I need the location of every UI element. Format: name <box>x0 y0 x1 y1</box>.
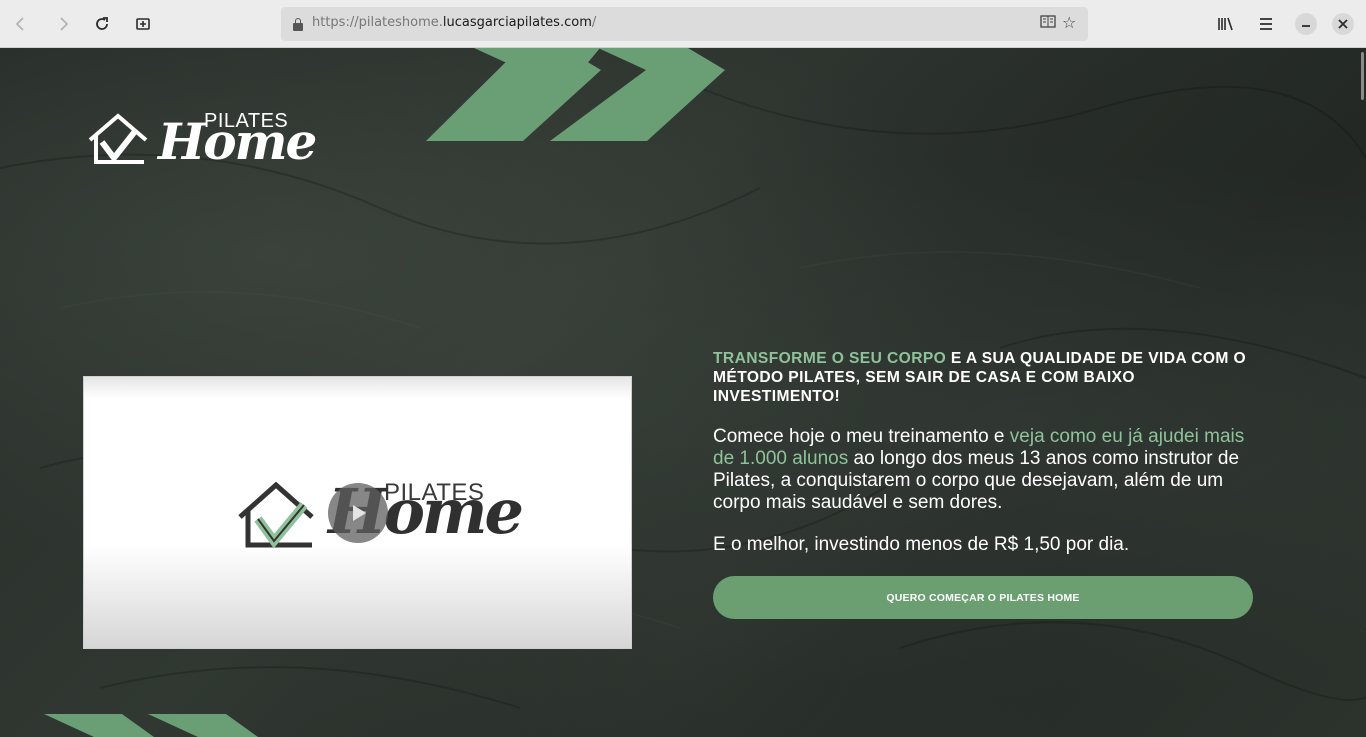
forward-button[interactable] <box>47 8 79 40</box>
chevron-decoration-bottom <box>44 714 258 737</box>
menu-button[interactable] <box>1250 8 1282 40</box>
scrollbar-thumb[interactable] <box>1361 52 1364 100</box>
chevron-decoration-top <box>426 48 725 141</box>
arrow-right-icon <box>60 17 69 31</box>
price-paragraph: E o melhor, investindo menos de R$ 1,50 … <box>713 534 1130 555</box>
browser-toolbar: https://pilateshome.lucasgarciapilates.c… <box>0 0 1366 48</box>
star-icon[interactable]: ☆ <box>1062 13 1076 32</box>
library-button[interactable] <box>1210 8 1242 40</box>
reload-icon <box>96 17 108 30</box>
house-check-icon <box>238 481 314 549</box>
minimize-button[interactable] <box>1295 13 1317 35</box>
pilates-home-logo[interactable]: PILATES Home <box>86 108 317 171</box>
close-button[interactable] <box>1332 13 1354 35</box>
landing-page: PILATES Home PILATES Home TRANSFORME O S… <box>0 48 1366 737</box>
container-icon <box>136 18 150 30</box>
reload-button[interactable] <box>86 8 118 40</box>
cta-button[interactable]: QUERO COMEÇAR O PILATES HOME <box>713 576 1253 619</box>
video-player[interactable]: PILATES Home <box>83 376 632 649</box>
close-icon <box>1338 19 1348 29</box>
logo-home-text: Home <box>158 112 317 171</box>
back-button[interactable] <box>5 8 37 40</box>
url-text[interactable]: https://pilateshome.lucasgarciapilates.c… <box>312 15 596 30</box>
intro-paragraph: Comece hoje o meu treinamento e veja com… <box>713 426 1245 513</box>
reader-view-icon[interactable] <box>1040 15 1056 33</box>
play-icon <box>353 505 366 521</box>
play-button[interactable] <box>328 483 388 543</box>
container-tab-button[interactable] <box>127 8 159 40</box>
url-bar[interactable]: https://pilateshome.lucasgarciapilates.c… <box>281 7 1088 41</box>
minimize-icon <box>1302 25 1310 27</box>
arrow-left-icon <box>15 17 24 31</box>
house-check-icon <box>88 113 148 164</box>
lock-icon <box>293 18 303 31</box>
library-icon <box>1218 17 1233 31</box>
headline-highlight: TRANSFORME O SEU CORPO <box>713 350 947 367</box>
headline: TRANSFORME O SEU CORPO E A SUA QUALIDADE… <box>713 349 1253 406</box>
hamburger-icon <box>1260 18 1272 30</box>
